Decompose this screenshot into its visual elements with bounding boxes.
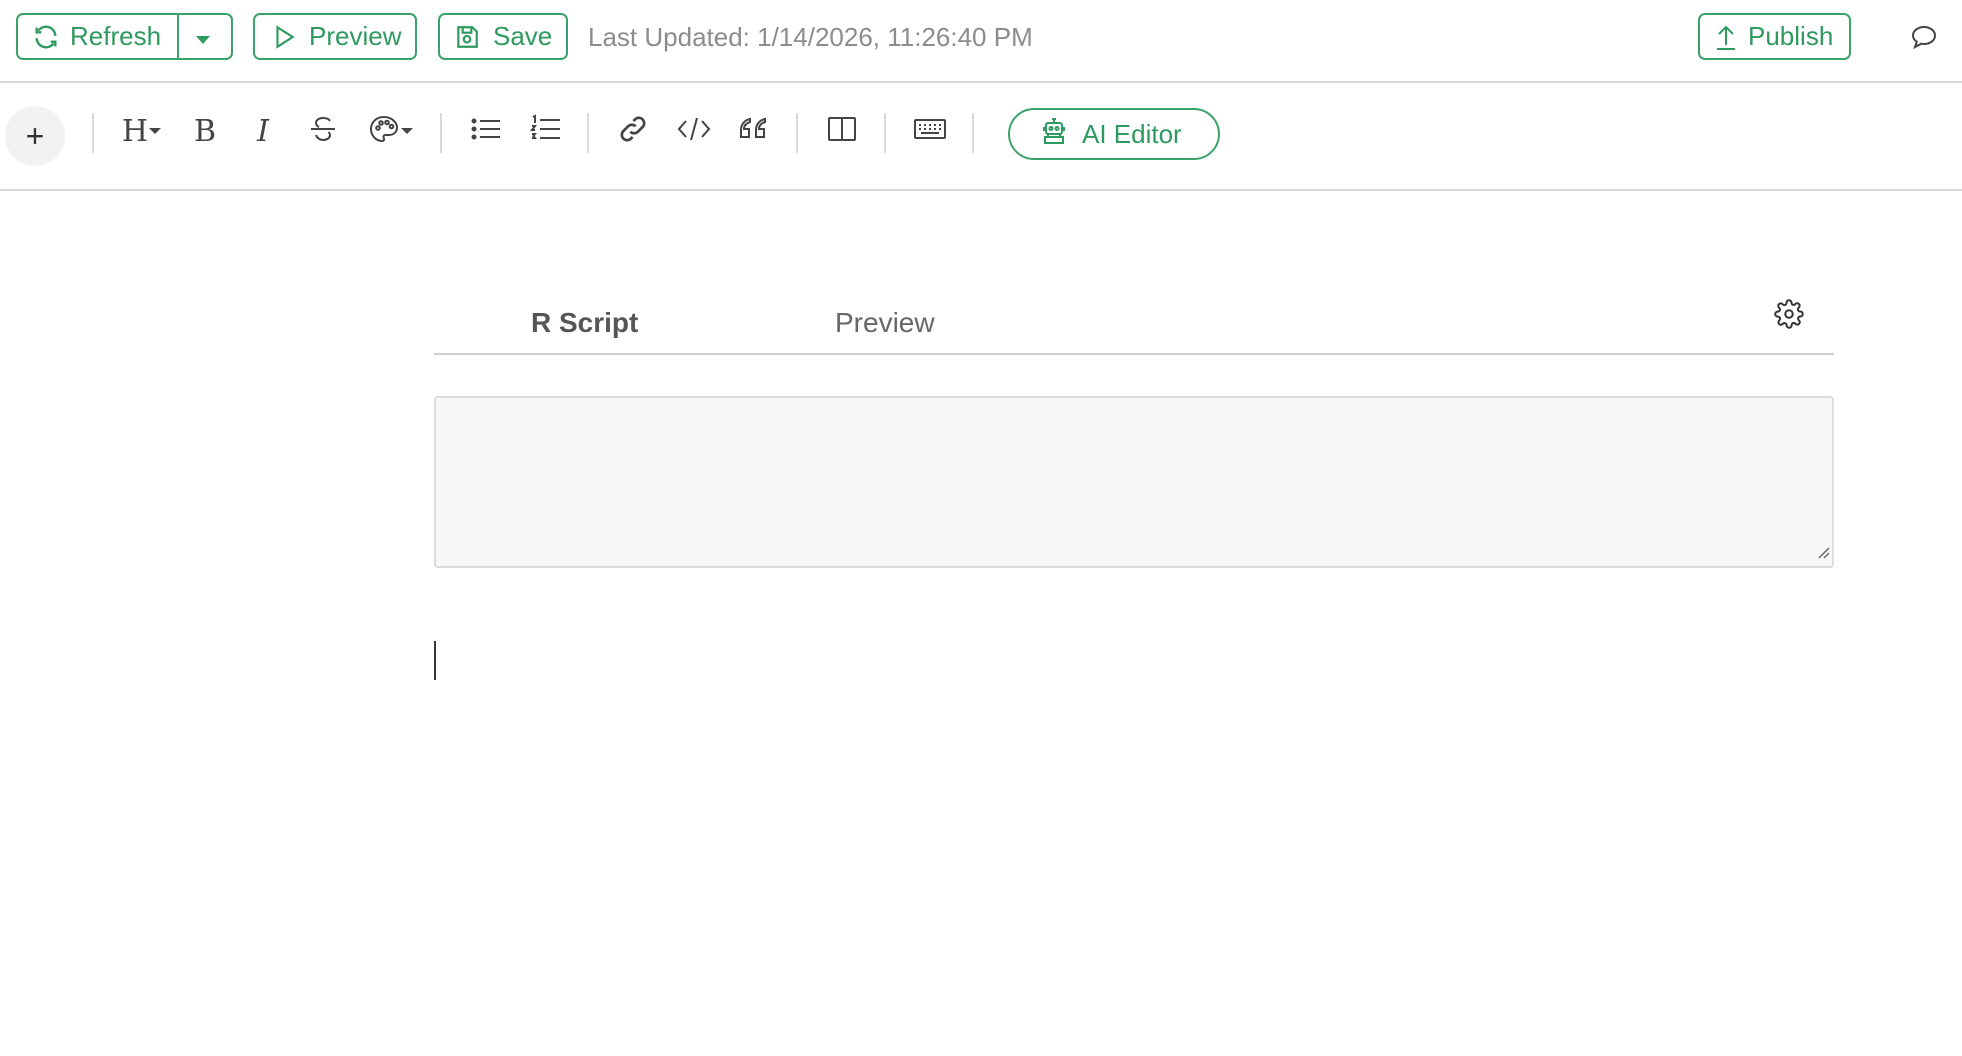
- preview-label: Preview: [309, 21, 402, 51]
- quote-icon: [737, 114, 769, 149]
- publish-button[interactable]: Publish: [1698, 13, 1851, 60]
- insert-block-button[interactable]: +: [5, 106, 65, 166]
- play-icon: [271, 24, 297, 50]
- refresh-dropdown-button[interactable]: [179, 15, 227, 58]
- heading-icon: H: [121, 113, 149, 149]
- tab-preview[interactable]: Preview: [835, 307, 935, 339]
- refresh-label: Refresh: [70, 21, 162, 51]
- link-button[interactable]: [615, 107, 651, 155]
- plus-icon: +: [25, 117, 45, 154]
- palette-icon: [368, 114, 400, 149]
- text-color-button[interactable]: [365, 107, 417, 155]
- bold-icon: B: [193, 113, 217, 149]
- keyboard-shortcuts-button[interactable]: [910, 107, 950, 155]
- bold-button[interactable]: B: [187, 107, 223, 155]
- numbered-list-button[interactable]: [528, 107, 564, 155]
- toolbar-divider: [92, 113, 94, 153]
- toolbar-divider: [884, 113, 886, 153]
- preview-button[interactable]: Preview: [253, 13, 417, 60]
- italic-button[interactable]: I: [247, 107, 279, 155]
- toolbar-divider: [440, 113, 442, 153]
- refresh-icon: [32, 23, 60, 51]
- floppy-disk-icon: [454, 24, 480, 50]
- strikethrough-button[interactable]: [305, 107, 341, 155]
- gear-icon[interactable]: [1774, 299, 1804, 334]
- save-button[interactable]: Save: [438, 13, 568, 60]
- blockquote-button[interactable]: [735, 107, 771, 155]
- strikethrough-icon: [308, 113, 338, 150]
- editor-area: R Script Preview: [0, 191, 1962, 1056]
- upload-icon: [1714, 23, 1738, 51]
- comment-icon[interactable]: [1910, 24, 1938, 55]
- toolbar-divider: [587, 113, 589, 153]
- last-updated-text: Last Updated: 1/14/2026, 11:26:40 PM: [588, 22, 1033, 52]
- r-script-input[interactable]: [434, 396, 1834, 568]
- resize-handle-icon[interactable]: [1814, 543, 1830, 564]
- save-label: Save: [493, 21, 553, 51]
- caret-down-icon: [401, 128, 413, 134]
- keyboard-icon: [913, 117, 947, 146]
- italic-icon: I: [257, 113, 269, 149]
- heading-dropdown-button[interactable]: H: [116, 107, 168, 155]
- caret-down-icon: [149, 128, 162, 134]
- toolbar-divider: [972, 113, 974, 153]
- ai-editor-button[interactable]: AI Editor: [1008, 108, 1220, 160]
- numbered-list-icon: [530, 113, 562, 149]
- link-icon: [617, 113, 649, 150]
- refresh-button-group: Refresh: [16, 13, 233, 60]
- columns-icon: [827, 116, 857, 147]
- ai-editor-label: AI Editor: [1082, 118, 1182, 149]
- tab-r-script[interactable]: R Script: [531, 307, 638, 339]
- code-button[interactable]: [675, 107, 713, 155]
- top-bar: Refresh Preview Save Last Updated: 1/14/…: [0, 0, 1962, 83]
- publish-label: Publish: [1748, 21, 1834, 51]
- caret-down-icon: [195, 21, 211, 52]
- code-icon: [676, 114, 712, 149]
- columns-button[interactable]: [824, 107, 860, 155]
- bullet-list-icon: [470, 115, 502, 148]
- formatting-toolbar: + H B I AI Editor: [0, 83, 1962, 191]
- robot-icon: [1038, 115, 1070, 154]
- bullet-list-button[interactable]: [468, 107, 504, 155]
- toolbar-divider: [796, 113, 798, 153]
- refresh-button[interactable]: Refresh: [18, 15, 180, 58]
- text-cursor: [434, 641, 436, 680]
- code-block-tabs: R Script Preview: [434, 291, 1834, 355]
